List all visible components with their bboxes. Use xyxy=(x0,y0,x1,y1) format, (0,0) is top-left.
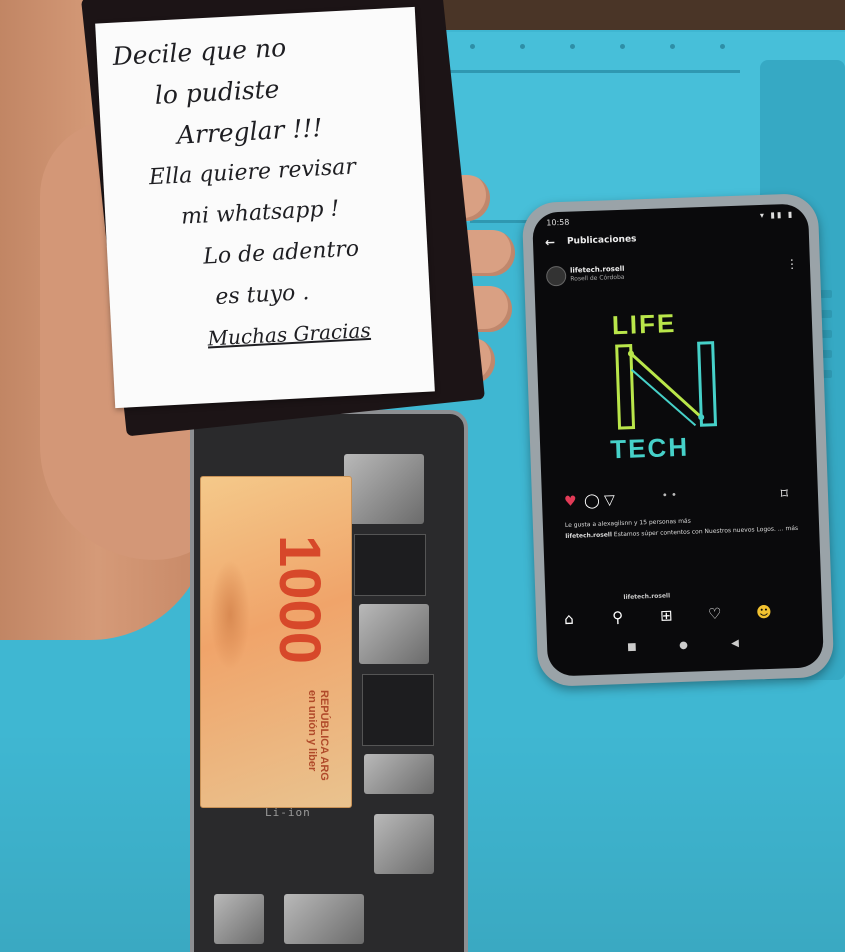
tab-username: lifetech.rosell xyxy=(623,592,671,601)
back-arrow-icon[interactable]: ← xyxy=(545,235,556,249)
status-icons: ▾ ▮▮ ▮ xyxy=(759,209,795,221)
like-heart-icon[interactable]: ♥ xyxy=(564,494,577,510)
banknote-text-line-1: REPÚBLICA ARG xyxy=(318,690,330,781)
back-triangle-icon[interactable]: ◀ xyxy=(731,638,739,649)
dock-connector xyxy=(284,894,364,944)
header-title: Publicaciones xyxy=(566,234,637,247)
android-phone: 10:58 ▾ ▮▮ ▮ ← Publicaciones lifetech.ro… xyxy=(521,192,835,688)
more-options-icon[interactable]: ⋮ xyxy=(786,257,798,271)
caption-user[interactable]: lifetech.rosell xyxy=(565,531,612,540)
board-chip xyxy=(354,534,426,596)
board-shield xyxy=(374,814,434,874)
post-likes-caption: Le gusta a alexagilsnn y 15 personas más… xyxy=(565,512,806,542)
comment-icon[interactable]: ◯ xyxy=(584,493,600,510)
mat-dot xyxy=(720,44,725,49)
board-shield xyxy=(364,754,434,794)
mat-dot xyxy=(670,44,675,49)
profile-avatar-icon[interactable]: ☻ xyxy=(756,603,772,622)
mat-grid-cell xyxy=(820,290,832,298)
post-actions: ♥ ◯ ▽ • • ⌑ xyxy=(564,486,789,514)
home-circle-icon[interactable]: ● xyxy=(679,640,688,651)
save-bookmark-icon[interactable]: ⌑ xyxy=(780,486,788,502)
banknote-value: 1000 xyxy=(267,535,332,665)
board-shield xyxy=(344,454,424,524)
recents-square-icon[interactable]: ■ xyxy=(627,642,637,653)
search-icon[interactable]: ⚲ xyxy=(612,608,624,626)
activity-heart-icon[interactable]: ♡ xyxy=(708,605,722,623)
home-icon[interactable]: ⌂ xyxy=(564,610,574,628)
add-post-icon[interactable]: ⊞ xyxy=(660,606,673,624)
logo-text-bottom: TECH xyxy=(609,431,690,465)
mat-dot xyxy=(570,44,575,49)
photo-scene: Li-ion 1000 REPÚBLICA ARG en unión y lib… xyxy=(0,0,845,952)
account-location[interactable]: Rosell de Córdoba xyxy=(570,274,624,283)
caption-more-link[interactable]: ... más xyxy=(778,525,799,533)
banknote-text-1: REPÚBLICA ARG en unión y liber xyxy=(306,690,330,781)
android-nav-bar: ■ ● ◀ xyxy=(547,635,823,663)
mat-groove xyxy=(450,70,740,73)
banknote-text-line-2: en unión y liber xyxy=(306,690,318,772)
instagram-header: ← Publicaciones xyxy=(545,228,797,255)
speaker xyxy=(214,894,264,944)
android-screen: 10:58 ▾ ▮▮ ▮ ← Publicaciones lifetech.ro… xyxy=(531,203,825,677)
caption-text: Estamos súper contentos con Nuestros nue… xyxy=(613,525,778,539)
post-image-logo[interactable]: LIFE TECH xyxy=(595,305,760,470)
avatar[interactable] xyxy=(545,265,567,287)
post-account-row: lifetech.rosell Rosell de Córdoba ⋮ xyxy=(545,256,799,291)
carousel-dots-icon: • • xyxy=(661,490,678,502)
mat-dot xyxy=(520,44,525,49)
mat-dot xyxy=(620,44,625,49)
board-chip xyxy=(362,674,434,746)
note-text: Decile que no lo pudiste Arreglar !!! El… xyxy=(112,20,429,363)
status-time: 10:58 xyxy=(546,217,570,228)
banknote-illustration xyxy=(210,560,250,670)
share-icon[interactable]: ▽ xyxy=(604,492,615,508)
sim-tray xyxy=(359,604,429,664)
instagram-tab-bar: ⌂ ⚲ ⊞ ♡ ☻ xyxy=(564,602,805,632)
mat-dot xyxy=(470,44,475,49)
